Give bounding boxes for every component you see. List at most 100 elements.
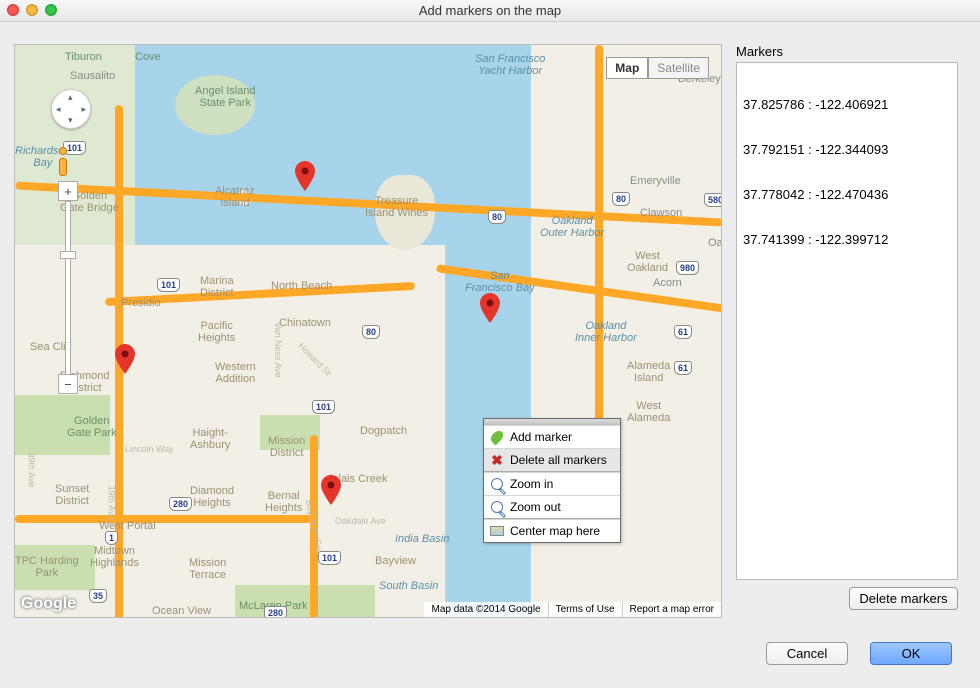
map-canvas[interactable]: Angel Island State Park Tiburon Sausalit… (14, 44, 722, 618)
route-shield: 35 (89, 589, 107, 603)
map-label: Haight- Ashbury (190, 427, 230, 451)
attribution-terms[interactable]: Terms of Use (548, 602, 622, 617)
map-marker-icon[interactable] (295, 161, 315, 191)
ok-button[interactable]: OK (870, 642, 952, 665)
zoom-in-icon (490, 477, 504, 491)
map-label: Presidio (121, 297, 161, 309)
map-label: Mission District (268, 435, 305, 459)
marker-list-item[interactable]: 37.792151 : -122.344093 (743, 142, 951, 157)
map-label: Oakland Outer Harbor (540, 215, 604, 239)
attribution-data: Map data ©2014 Google (424, 602, 547, 617)
map-label: Angel Island State Park (195, 85, 256, 109)
chevron-left-icon[interactable]: ◂ (56, 104, 61, 115)
map-label: Diamond Heights (190, 485, 234, 509)
menu-item-delete-all[interactable]: ✖ Delete all markers (484, 448, 620, 471)
pegman-icon[interactable] (54, 147, 72, 175)
map-label: Lincoln Way (125, 445, 174, 455)
markers-list[interactable]: 37.825786 : -122.406921 37.792151 : -122… (736, 62, 958, 580)
map-label: Alcatraz Island (215, 185, 255, 209)
zoom-in-button[interactable]: + (58, 181, 78, 201)
map-label: Sunset District (55, 483, 89, 507)
map-label: Chinatown (279, 317, 331, 329)
map-label: West Oakland (627, 250, 668, 274)
map-label: Oakland (708, 237, 722, 249)
zoom-slider-thumb[interactable] (60, 251, 76, 259)
map-label: South Basin (379, 580, 438, 592)
map-label: Treasure Island Wines (365, 195, 428, 219)
delete-icon: ✖ (490, 453, 504, 467)
route-shield: 80 (362, 325, 380, 339)
map-marker-icon[interactable] (480, 293, 500, 323)
map-label: Oakland Inner Harbor (575, 320, 637, 344)
minimize-icon[interactable] (26, 4, 38, 16)
markers-panel-title: Markers (736, 44, 783, 59)
map-label: Pacific Heights (198, 320, 235, 344)
map-label: Bernal Heights (265, 490, 302, 514)
map-label: San Francisco Yacht Harbor (475, 53, 545, 77)
map-type-map[interactable]: Map (606, 57, 648, 79)
menu-item-label: Zoom in (510, 477, 553, 491)
menu-item-label: Zoom out (510, 500, 561, 514)
map-label: Mission Terrace (189, 557, 226, 581)
context-menu: Add marker ✖ Delete all markers Zoom in … (483, 418, 621, 543)
map-label: Van Ness Ave (272, 322, 282, 378)
map-label: Ocean View (152, 605, 211, 617)
chevron-right-icon[interactable]: ▸ (81, 104, 86, 115)
map-label: North Beach (271, 280, 332, 292)
menu-item-center[interactable]: Center map here (484, 519, 620, 542)
pan-wheel[interactable]: ▴ ▾ ◂ ▸ (51, 89, 91, 129)
route-shield: 101 (157, 278, 180, 292)
marker-list-item[interactable]: 37.778042 : -122.470436 (743, 187, 951, 202)
menu-item-zoom-out[interactable]: Zoom out (484, 495, 620, 518)
add-marker-icon (490, 430, 504, 444)
map-marker-icon[interactable] (115, 344, 135, 374)
map-label: Marina District (200, 275, 234, 299)
route-shield: 101 (318, 551, 341, 565)
route-shield: 980 (676, 261, 699, 275)
close-icon[interactable] (7, 4, 19, 16)
map-label: Cove (135, 51, 161, 63)
route-shield: 101 (312, 400, 335, 414)
map-label: Clawson (640, 207, 682, 219)
route-shield: 61 (674, 325, 692, 339)
center-map-icon (490, 524, 504, 538)
map-label: San Francisco Bay (465, 270, 535, 294)
route-shield: 61 (674, 361, 692, 375)
attribution-report[interactable]: Report a map error (622, 602, 721, 617)
cancel-button[interactable]: Cancel (766, 642, 848, 665)
zoom-window-icon[interactable] (45, 4, 57, 16)
window-title: Add markers on the map (0, 3, 980, 18)
menu-item-zoom-in[interactable]: Zoom in (484, 472, 620, 495)
zoom-out-button[interactable]: − (58, 374, 78, 394)
map-label: 19th Ave (105, 486, 115, 521)
map-label: Tiburon (65, 51, 102, 63)
menu-item-label: Add marker (510, 430, 572, 444)
map-label: India Basin (395, 533, 449, 545)
route-shield: 80 (488, 210, 506, 224)
chevron-down-icon[interactable]: ▾ (68, 115, 73, 126)
marker-list-item[interactable]: 37.825786 : -122.406921 (743, 97, 951, 112)
map-label: Sausalito (70, 70, 115, 82)
map-type-satellite[interactable]: Satellite (648, 57, 709, 79)
zoom-slider[interactable] (65, 201, 71, 381)
map-marker-icon[interactable] (321, 475, 341, 505)
menu-item-add-marker[interactable]: Add marker (484, 425, 620, 448)
map-label: Emeryville (630, 175, 681, 187)
map-attribution: Map data ©2014 Google Terms of Use Repor… (424, 602, 721, 617)
google-logo: Google (21, 595, 76, 613)
road (15, 515, 315, 523)
route-shield: 80 (612, 192, 630, 206)
map-label: Acorn (653, 277, 682, 289)
chevron-up-icon[interactable]: ▴ (68, 92, 73, 103)
marker-list-item[interactable]: 37.741399 : -122.399712 (743, 232, 951, 247)
route-shield: 280 (264, 606, 287, 618)
delete-markers-button[interactable]: Delete markers (849, 587, 958, 610)
map-label: Alameda Island (627, 360, 670, 384)
route-shield: 580 (704, 193, 722, 207)
map-label: Bayview (375, 555, 416, 567)
map-label: Dogpatch (360, 425, 407, 437)
menu-item-label: Center map here (510, 524, 600, 538)
map-label: West Alameda (627, 400, 670, 424)
map-label: 39th Ave (25, 453, 35, 488)
map-label: TPC Harding Park (15, 555, 79, 579)
